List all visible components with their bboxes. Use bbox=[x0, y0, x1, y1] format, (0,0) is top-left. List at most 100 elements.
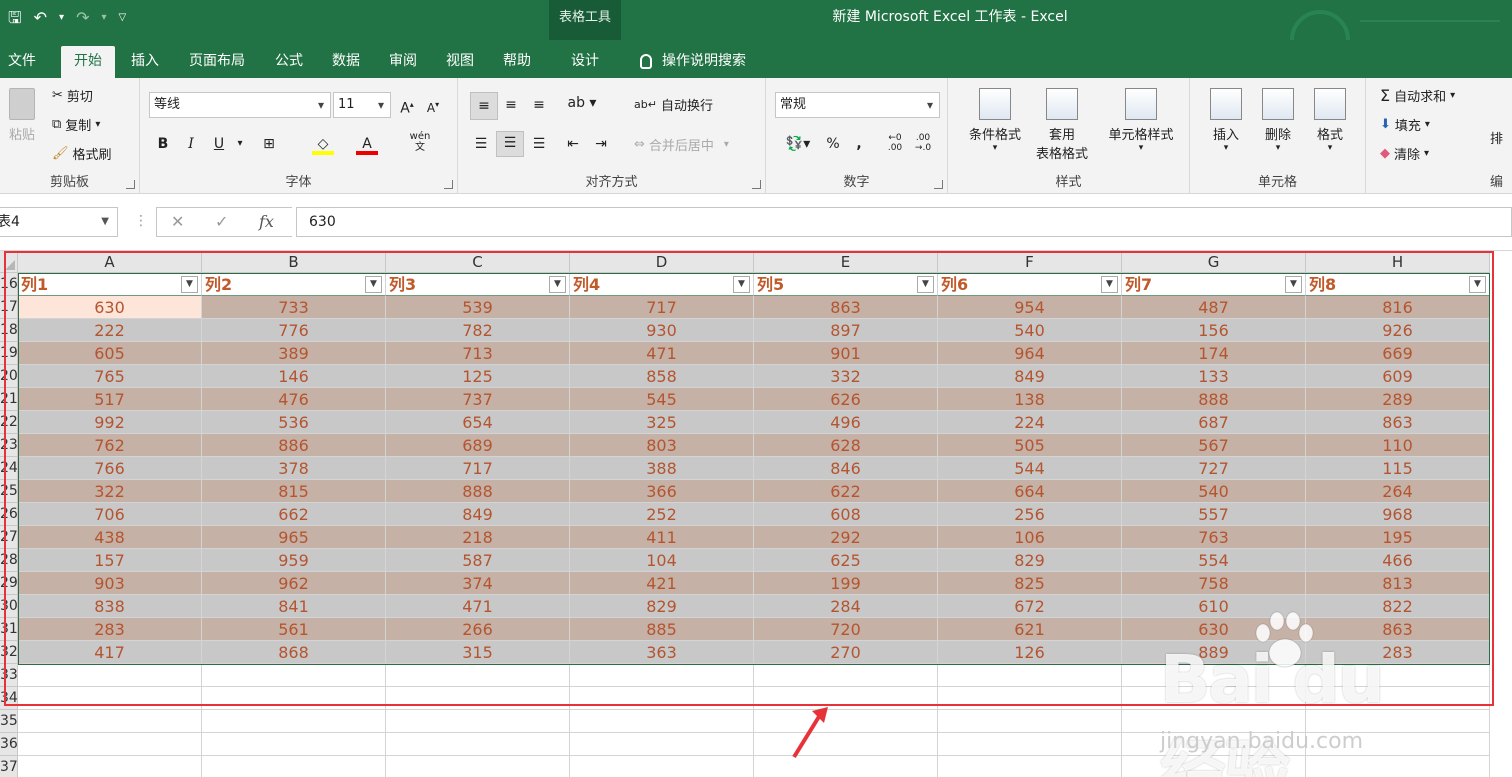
conditional-formatting-button[interactable]: 条件格式 ▾ bbox=[958, 88, 1032, 153]
format-as-table-button[interactable]: 套用 表格格式 bbox=[1024, 88, 1100, 162]
table-cell[interactable]: 717 bbox=[570, 296, 754, 319]
empty-cell[interactable] bbox=[1306, 733, 1490, 756]
row-header[interactable]: 21 bbox=[0, 388, 18, 411]
table-cell[interactable]: 608 bbox=[754, 503, 938, 526]
table-cell[interactable]: 218 bbox=[386, 526, 570, 549]
empty-cell[interactable] bbox=[202, 710, 386, 733]
table-cell[interactable]: 765 bbox=[18, 365, 202, 388]
table-cell[interactable]: 411 bbox=[570, 526, 754, 549]
table-cell[interactable]: 289 bbox=[1306, 388, 1490, 411]
table-cell[interactable]: 733 bbox=[202, 296, 386, 319]
formula-bar-grip-icon[interactable]: ⋮ bbox=[134, 213, 148, 229]
table-cell[interactable]: 689 bbox=[386, 434, 570, 457]
table-cell[interactable]: 762 bbox=[18, 434, 202, 457]
table-cell[interactable]: 888 bbox=[386, 480, 570, 503]
table-cell[interactable]: 720 bbox=[754, 618, 938, 641]
comma-style-button[interactable]: , bbox=[848, 133, 870, 155]
empty-cell[interactable] bbox=[570, 710, 754, 733]
row-header[interactable]: 19 bbox=[0, 342, 18, 365]
table-cell[interactable]: 968 bbox=[1306, 503, 1490, 526]
table-cell[interactable]: 717 bbox=[386, 457, 570, 480]
empty-cell[interactable] bbox=[202, 687, 386, 710]
filter-dropdown-icon[interactable]: ▼ bbox=[1101, 276, 1118, 293]
table-header-cell[interactable]: 列1 ▼ bbox=[18, 273, 202, 296]
table-cell[interactable]: 863 bbox=[1306, 618, 1490, 641]
table-cell[interactable]: 554 bbox=[1122, 549, 1306, 572]
clear-button[interactable]: ◆ 清除 ▾ bbox=[1380, 144, 1429, 163]
table-cell[interactable]: 156 bbox=[1122, 319, 1306, 342]
row-header[interactable]: 37 bbox=[0, 756, 18, 777]
row-header[interactable]: 26 bbox=[0, 503, 18, 526]
table-cell[interactable]: 662 bbox=[202, 503, 386, 526]
column-header[interactable]: A bbox=[18, 251, 202, 273]
table-cell[interactable]: 815 bbox=[202, 480, 386, 503]
empty-cell[interactable] bbox=[202, 733, 386, 756]
tab-insert[interactable]: 插入 bbox=[122, 46, 168, 78]
table-cell[interactable]: 992 bbox=[18, 411, 202, 434]
tab-home[interactable]: 开始 bbox=[61, 46, 115, 78]
table-cell[interactable]: 389 bbox=[202, 342, 386, 365]
table-cell[interactable]: 930 bbox=[570, 319, 754, 342]
row-header[interactable]: 33 bbox=[0, 664, 18, 687]
autosum-button[interactable]: Σ 自动求和 ▾ bbox=[1380, 86, 1455, 105]
empty-cell[interactable] bbox=[938, 733, 1122, 756]
percent-button[interactable]: % bbox=[822, 133, 844, 155]
orientation-icon[interactable]: ab ▾ bbox=[562, 92, 602, 114]
save-icon[interactable]: 🖫 bbox=[8, 6, 22, 30]
table-cell[interactable]: 496 bbox=[754, 411, 938, 434]
sort-filter-button[interactable]: 排 bbox=[1490, 128, 1503, 147]
table-header-cell[interactable]: 列5 ▼ bbox=[754, 273, 938, 296]
format-cells-button[interactable]: 格式 ▾ bbox=[1306, 88, 1354, 153]
column-header[interactable]: B bbox=[202, 251, 386, 273]
empty-cell[interactable] bbox=[18, 710, 202, 733]
delete-cells-button[interactable]: 删除 ▾ bbox=[1254, 88, 1302, 153]
table-cell[interactable]: 962 bbox=[202, 572, 386, 595]
table-cell[interactable]: 782 bbox=[386, 319, 570, 342]
dialog-launcher-icon[interactable] bbox=[752, 180, 761, 189]
fill-button[interactable]: ⬇ 填充 ▾ bbox=[1380, 115, 1430, 134]
dialog-launcher-icon[interactable] bbox=[934, 180, 943, 189]
table-cell[interactable]: 965 bbox=[202, 526, 386, 549]
dialog-launcher-icon[interactable] bbox=[444, 180, 453, 189]
row-header[interactable]: 30 bbox=[0, 595, 18, 618]
column-header[interactable]: H bbox=[1306, 251, 1490, 273]
table-cell[interactable]: 545 bbox=[570, 388, 754, 411]
column-header[interactable]: G bbox=[1122, 251, 1306, 273]
table-cell[interactable]: 199 bbox=[754, 572, 938, 595]
undo-dropdown-icon[interactable]: ▾ bbox=[59, 6, 64, 30]
table-cell[interactable]: 626 bbox=[754, 388, 938, 411]
undo-icon[interactable]: ↶ bbox=[34, 6, 47, 30]
table-cell[interactable]: 822 bbox=[1306, 595, 1490, 618]
empty-cell[interactable] bbox=[1122, 756, 1306, 777]
empty-cell[interactable] bbox=[938, 664, 1122, 687]
table-cell[interactable]: 106 bbox=[938, 526, 1122, 549]
table-cell[interactable]: 803 bbox=[570, 434, 754, 457]
row-header[interactable]: 32 bbox=[0, 641, 18, 664]
row-header[interactable]: 28 bbox=[0, 549, 18, 572]
empty-cell[interactable] bbox=[754, 664, 938, 687]
empty-cell[interactable] bbox=[1306, 756, 1490, 777]
table-cell[interactable]: 222 bbox=[18, 319, 202, 342]
accounting-format-icon[interactable]: 💱▾ bbox=[778, 133, 818, 155]
row-header[interactable]: 25 bbox=[0, 480, 18, 503]
table-cell[interactable]: 476 bbox=[202, 388, 386, 411]
table-cell[interactable]: 687 bbox=[1122, 411, 1306, 434]
table-cell[interactable]: 388 bbox=[570, 457, 754, 480]
empty-cell[interactable] bbox=[938, 756, 1122, 777]
tab-help[interactable]: 帮助 bbox=[494, 46, 540, 78]
row-header[interactable]: 27 bbox=[0, 526, 18, 549]
table-cell[interactable]: 378 bbox=[202, 457, 386, 480]
align-center-icon[interactable]: ☰ bbox=[496, 131, 524, 157]
active-cell[interactable]: 630 bbox=[18, 296, 202, 319]
tab-formulas[interactable]: 公式 bbox=[266, 46, 312, 78]
table-cell[interactable]: 471 bbox=[386, 595, 570, 618]
table-cell[interactable]: 813 bbox=[1306, 572, 1490, 595]
table-cell[interactable]: 763 bbox=[1122, 526, 1306, 549]
align-top-icon[interactable]: ≡ bbox=[470, 92, 498, 120]
table-header-cell[interactable]: 列3 ▼ bbox=[386, 273, 570, 296]
row-header[interactable]: 20 bbox=[0, 365, 18, 388]
column-header[interactable]: F bbox=[938, 251, 1122, 273]
table-cell[interactable]: 517 bbox=[18, 388, 202, 411]
align-bottom-icon[interactable]: ≡ bbox=[528, 94, 550, 116]
table-cell[interactable]: 863 bbox=[754, 296, 938, 319]
